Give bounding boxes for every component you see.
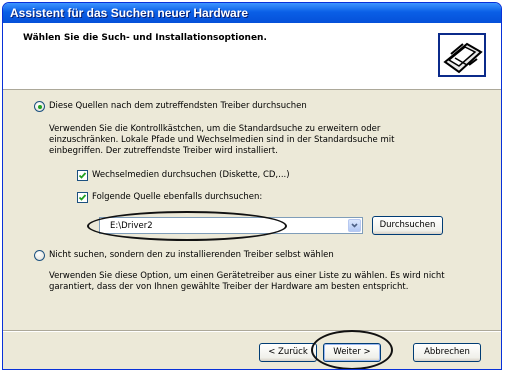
search-description: Verwenden Sie die Kontrollkästchen, um d…: [49, 124, 395, 156]
wizard-window: Assistent für das Suchen neuer Hardware …: [2, 2, 502, 370]
cancel-button-label: Abbrechen: [424, 347, 470, 357]
dropdown-button[interactable]: [348, 219, 361, 232]
cancel-button[interactable]: Abbrechen: [413, 343, 481, 362]
next-button-label: Weiter >: [333, 347, 371, 357]
checkbox-include-location[interactable]: [77, 192, 88, 203]
radio-search-sources[interactable]: [34, 101, 45, 112]
header-title: Wählen Sie die Such- und Installationsop…: [23, 33, 267, 43]
radio-search-sources-label[interactable]: Diese Quellen nach dem zutreffendsten Tr…: [49, 101, 307, 111]
back-button-label: < Zurück: [268, 347, 308, 357]
wizard-header: Wählen Sie die Such- und Installationsop…: [3, 23, 501, 90]
manual-description: Verwenden Sie diese Option, um einen Ger…: [49, 271, 445, 292]
browse-button[interactable]: Durchsuchen: [372, 216, 443, 235]
back-button[interactable]: < Zurück: [259, 343, 317, 362]
checkmark-icon: [78, 194, 87, 201]
checkbox-include-location-label[interactable]: Folgende Quelle ebenfalls durchsuchen:: [92, 192, 262, 202]
wizard-body: Diese Quellen nach dem zutreffendsten Tr…: [3, 90, 501, 330]
window-title: Assistent für das Suchen neuer Hardware: [10, 6, 249, 20]
location-input[interactable]: E:\Driver2: [110, 221, 153, 231]
chevron-down-icon: [351, 223, 358, 228]
footer-divider: [3, 330, 501, 332]
browse-button-label: Durchsuchen: [379, 220, 436, 230]
checkmark-icon: [78, 172, 87, 179]
next-button[interactable]: Weiter >: [323, 343, 381, 362]
radio-manual-select-label[interactable]: Nicht suchen, sondern den zu installiere…: [49, 250, 334, 260]
location-combobox[interactable]: E:\Driver2: [99, 217, 363, 234]
title-bar[interactable]: Assistent für das Suchen neuer Hardware: [3, 3, 501, 23]
checkbox-removable-media[interactable]: [77, 170, 88, 181]
radio-manual-select[interactable]: [34, 250, 45, 261]
radio-selected-dot: [37, 104, 42, 109]
checkbox-removable-media-label[interactable]: Wechselmedien durchsuchen (Diskette, CD,…: [92, 170, 290, 180]
hardware-icon: [438, 33, 486, 77]
